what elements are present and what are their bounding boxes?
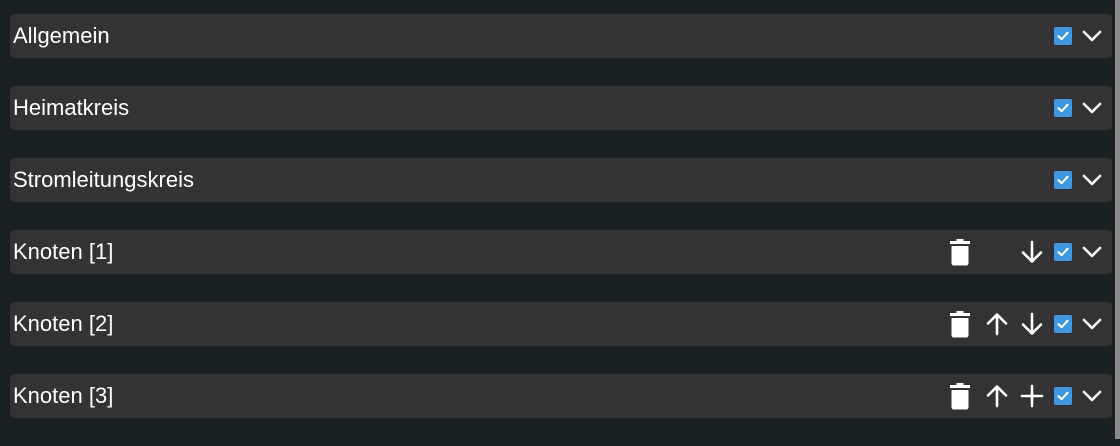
checkbox-checked-icon (1054, 387, 1072, 405)
chevron-down-icon (1082, 102, 1102, 114)
add-button[interactable] (1019, 374, 1045, 418)
expand-button[interactable] (1081, 86, 1103, 130)
delete-button[interactable] (948, 374, 972, 418)
delete-button[interactable] (948, 302, 972, 346)
move-down-button[interactable] (1019, 230, 1045, 274)
section-row-allgemein[interactable]: Allgemein (10, 14, 1112, 58)
chevron-down-icon (1082, 246, 1102, 258)
section-enabled-checkbox[interactable] (1053, 14, 1073, 58)
move-up-button[interactable] (984, 302, 1010, 346)
section-title: Heimatkreis (13, 95, 130, 120)
section-title: Knoten [2] (13, 311, 114, 336)
checkbox-checked-icon (1054, 315, 1072, 333)
section-enabled-checkbox[interactable] (1053, 86, 1073, 130)
expand-button[interactable] (1081, 230, 1103, 274)
checkbox-checked-icon (1054, 99, 1072, 117)
section-enabled-checkbox[interactable] (1053, 374, 1073, 418)
expand-button[interactable] (1081, 374, 1103, 418)
expand-button[interactable] (1081, 302, 1103, 346)
chevron-down-icon (1082, 174, 1102, 186)
trash-icon (950, 239, 970, 266)
move-down-button[interactable] (1019, 302, 1045, 346)
trash-icon (950, 311, 970, 338)
chevron-down-icon (1082, 30, 1102, 42)
arrow-down-icon (1021, 240, 1043, 263)
checkbox-checked-icon (1054, 27, 1072, 45)
section-row-knoten-3[interactable]: Knoten [3] (10, 374, 1112, 418)
section-row-knoten-2[interactable]: Knoten [2] (10, 302, 1112, 346)
section-title: Allgemein (13, 23, 110, 48)
section-enabled-checkbox[interactable] (1053, 302, 1073, 346)
section-title: Knoten [3] (13, 383, 114, 408)
chevron-down-icon (1082, 390, 1102, 402)
plus-icon (1020, 384, 1044, 408)
section-title: Knoten [1] (13, 239, 114, 264)
section-enabled-checkbox[interactable] (1053, 158, 1073, 202)
expand-button[interactable] (1081, 158, 1103, 202)
move-up-button[interactable] (984, 374, 1010, 418)
section-title: Stromleitungskreis (13, 167, 194, 192)
section-list: Allgemein Heimatkreis Stromleitungskreis (10, 14, 1112, 446)
arrow-up-icon (986, 313, 1008, 336)
section-row-heimatkreis[interactable]: Heimatkreis (10, 86, 1112, 130)
chevron-down-icon (1082, 318, 1102, 330)
arrow-up-icon (986, 385, 1008, 408)
checkbox-checked-icon (1054, 243, 1072, 261)
checkbox-checked-icon (1054, 171, 1072, 189)
section-enabled-checkbox[interactable] (1053, 230, 1073, 274)
section-row-knoten-1[interactable]: Knoten [1] (10, 230, 1112, 274)
section-row-stromleitungskreis[interactable]: Stromleitungskreis (10, 158, 1112, 202)
vertical-scrollbar[interactable] (1115, 0, 1120, 439)
scrollbar-thumb[interactable] (1115, 0, 1120, 439)
expand-button[interactable] (1081, 14, 1103, 58)
delete-button[interactable] (948, 230, 972, 274)
arrow-down-icon (1021, 312, 1043, 335)
trash-icon (950, 383, 970, 410)
